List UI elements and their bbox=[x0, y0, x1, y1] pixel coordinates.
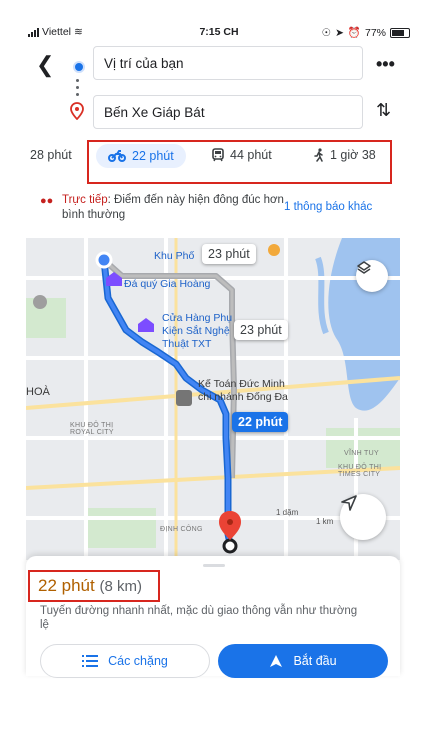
map-label-ke-toan: Kế Toán Đức Minh chi nhánh Đống Đa bbox=[198, 378, 288, 403]
map-scale-km: 1 km bbox=[316, 517, 334, 526]
list-icon bbox=[82, 655, 99, 667]
map-label-hoa: HOÀ bbox=[26, 386, 50, 398]
status-bar: Viettel ≋ 7:15 CH ☉ ➤ ⏰ 77% bbox=[28, 20, 410, 44]
alarm-icon: ⏰ bbox=[347, 27, 361, 39]
highlight-box-modes bbox=[87, 140, 392, 184]
navigation-status-icon: ➤ bbox=[335, 26, 344, 39]
battery-percent: 77% bbox=[364, 26, 386, 39]
route-description: Tuyến đường nhanh nhất, mặc dù giao thôn… bbox=[40, 605, 358, 631]
steps-button-label: Các chặng bbox=[108, 654, 168, 668]
crowd-icon: ●● bbox=[40, 195, 54, 207]
my-location-button[interactable] bbox=[340, 494, 386, 540]
map-scale-miles: 1 dặm bbox=[276, 508, 299, 517]
live-alert: Trực tiếp: Điểm đến này hiện đông đúc hơ… bbox=[62, 193, 302, 223]
map-label-times-city: KHU ĐÔ THỊ TIMES CITY bbox=[338, 464, 382, 478]
swap-directions-icon[interactable]: ⇅ bbox=[376, 100, 391, 121]
origin-input-text: Vị trí của bạn bbox=[104, 56, 184, 71]
tab-car-label: 28 phút bbox=[30, 148, 72, 162]
more-alerts-link[interactable]: 1 thông báo khác bbox=[284, 201, 372, 213]
layers-icon bbox=[357, 261, 371, 274]
tab-car[interactable]: 28 phút bbox=[30, 148, 72, 162]
alt-route-bubble-2[interactable]: 23 phút bbox=[234, 320, 288, 340]
origin-input[interactable]: Vị trí của bạn bbox=[93, 46, 363, 80]
battery-icon bbox=[390, 27, 410, 38]
back-arrow-icon[interactable]: ❮ bbox=[36, 52, 54, 78]
more-options-icon[interactable]: ••• bbox=[376, 54, 395, 75]
map-label-dinh-cong: ĐỊNH CÔNG bbox=[160, 526, 203, 533]
live-alert-prefix: Trực tiếp bbox=[62, 194, 108, 206]
route-map[interactable]: Khu Phố Đá quý Gia Hoàng Cửa Hàng Phụ Ki… bbox=[26, 238, 400, 560]
navigation-arrow-icon bbox=[341, 495, 357, 511]
location-status-icon: ☉ bbox=[321, 26, 332, 39]
navigation-start-icon bbox=[270, 655, 283, 667]
start-button[interactable]: Bắt đầu bbox=[218, 644, 388, 678]
map-layers-button[interactable] bbox=[356, 260, 388, 292]
map-label-vinh-tuy: VĨNH TUY bbox=[344, 450, 379, 457]
primary-route-bubble[interactable]: 22 phút bbox=[232, 412, 289, 432]
status-right: ☉ ➤ ⏰ 77% bbox=[322, 26, 410, 39]
destination-input-text: Bến Xe Giáp Bát bbox=[104, 105, 205, 120]
steps-button[interactable]: Các chặng bbox=[40, 644, 210, 678]
sheet-drag-handle[interactable] bbox=[203, 564, 225, 567]
start-button-label: Bắt đầu bbox=[293, 654, 337, 668]
map-scale: 1 dặm 1 km bbox=[276, 508, 333, 526]
alt-route-bubble-1[interactable]: 23 phút bbox=[202, 244, 256, 264]
destination-pin-icon bbox=[70, 102, 84, 120]
destination-input[interactable]: Bến Xe Giáp Bát bbox=[93, 95, 363, 129]
origin-dot-icon bbox=[73, 61, 85, 73]
route-connector-icon bbox=[76, 79, 79, 100]
map-label-da-quy: Đá quý Gia Hoàng bbox=[124, 278, 211, 290]
highlight-box-eta bbox=[28, 570, 160, 602]
map-label-khu-pho: Khu Phố bbox=[154, 250, 195, 262]
map-label-royal-city: KHU ĐÔ THỊ ROYAL CITY bbox=[70, 422, 114, 436]
